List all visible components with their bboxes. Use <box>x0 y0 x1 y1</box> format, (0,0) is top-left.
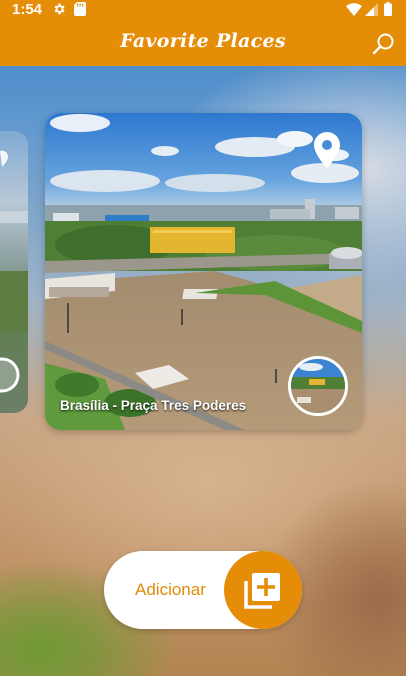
wifi-icon <box>346 3 362 16</box>
search-icon[interactable] <box>372 32 396 56</box>
battery-icon <box>384 2 392 16</box>
previous-place-card[interactable] <box>0 131 28 413</box>
place-thumbnail[interactable] <box>288 356 348 416</box>
add-button-circle[interactable] <box>224 551 302 629</box>
app-title: Favorite Places <box>120 30 286 52</box>
add-library-icon <box>244 573 280 609</box>
status-time: 1:54 <box>12 1 43 18</box>
place-title: Brasília - Praça Tres Poderes <box>60 398 247 413</box>
gear-icon <box>54 3 65 15</box>
location-pin-icon[interactable] <box>314 132 340 168</box>
signal-icon <box>365 3 378 16</box>
add-button-label: Adicionar <box>135 580 206 599</box>
add-place-button[interactable]: Adicionar <box>104 551 302 629</box>
app-bar: Favorite Places <box>0 20 406 66</box>
thumbnail-image <box>291 359 345 413</box>
status-bar: 1:54 <box>0 0 406 20</box>
sd-card-icon <box>74 2 86 16</box>
place-card[interactable]: Brasília - Praça Tres Poderes <box>45 113 362 430</box>
previous-place-image <box>0 131 28 413</box>
